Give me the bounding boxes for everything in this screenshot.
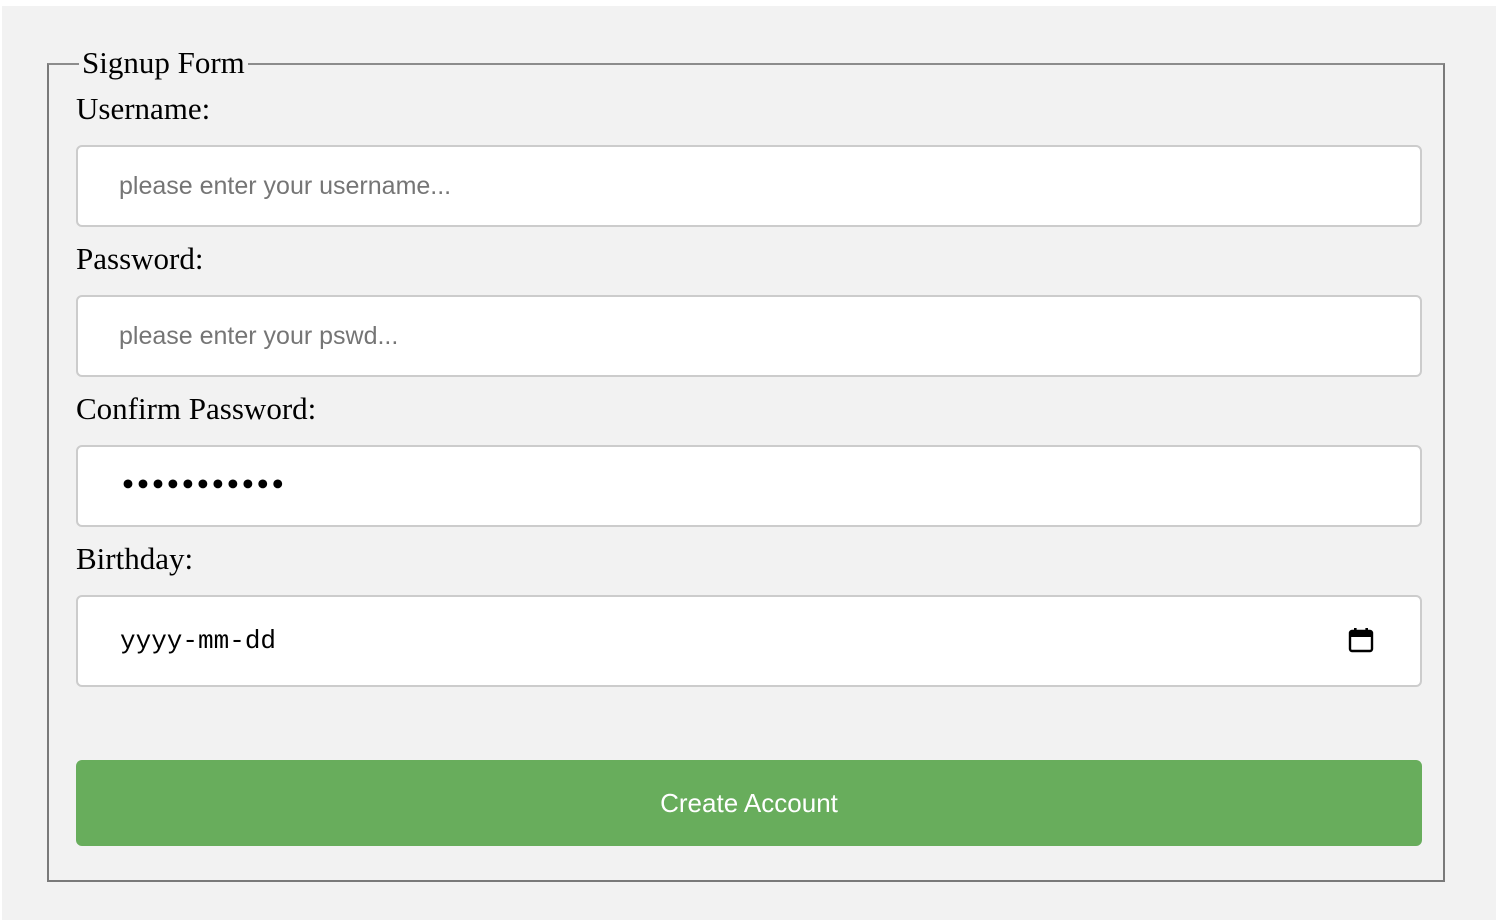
username-placeholder: please enter your username... [119, 172, 452, 200]
username-label: Username: [76, 91, 211, 126]
form-legend: Signup Form [79, 45, 248, 81]
confirm-password-label: Confirm Password: [76, 391, 317, 426]
password-input[interactable]: please enter your pswd... [76, 295, 1422, 377]
birthday-date-input[interactable]: yyyy-mm-dd [76, 595, 1422, 687]
confirm-password-input[interactable]: ••••••••••• [76, 445, 1422, 527]
confirm-password-masked-value: ••••••••••• [120, 470, 286, 499]
username-input[interactable]: please enter your username... [76, 145, 1422, 227]
create-account-button[interactable]: Create Account [76, 760, 1422, 846]
page-background: Signup Form Username: please enter your … [2, 6, 1496, 920]
calendar-icon[interactable] [1348, 627, 1374, 653]
signup-fieldset: Signup Form Username: please enter your … [47, 45, 1445, 882]
birthday-label: Birthday: [76, 541, 194, 576]
password-label: Password: [76, 241, 204, 276]
birthday-placeholder: yyyy-mm-dd [120, 626, 277, 656]
password-placeholder: please enter your pswd... [119, 322, 399, 350]
